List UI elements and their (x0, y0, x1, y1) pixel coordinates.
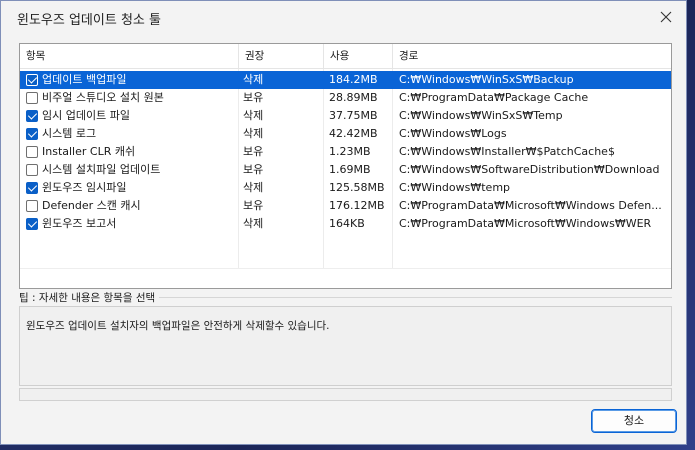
item-path: C:₩Windows₩Installer₩$PatchCache$ (399, 145, 615, 158)
column-header-item[interactable]: 항목 (20, 44, 239, 69)
item-name: Defender 스캔 캐시 (42, 199, 141, 212)
item-recommend: 보유 (243, 163, 264, 176)
horizontal-scrollbar[interactable] (20, 268, 671, 288)
column-header-path[interactable]: 경로 (393, 44, 671, 69)
item-size: 28.89MB (329, 91, 378, 104)
item-path: C:₩Windows₩temp (399, 181, 511, 194)
item-size: 176.12MB (329, 199, 385, 212)
item-recommend: 삭제 (243, 109, 264, 122)
item-path: C:₩ProgramData₩Microsoft₩Windows₩WER (399, 217, 652, 230)
item-size: 125.58MB (329, 181, 385, 194)
item-path: C:₩Windows₩Logs (399, 127, 507, 140)
item-recommend: 보유 (243, 145, 264, 158)
checkbox-icon[interactable] (26, 146, 38, 158)
checkbox-icon[interactable] (26, 110, 38, 122)
item-path: C:₩Windows₩WinSxS₩Temp (399, 109, 563, 122)
list-item[interactable]: 임시 업데이트 파일 삭제 37.75MB C:₩Windows₩WinSxS₩Tem… (20, 107, 671, 125)
list-item[interactable]: 업데이트 백업파일 삭제 184.2MB C:₩Windows₩WinSxS₩Back… (20, 71, 671, 89)
item-size: 1.23MB (329, 145, 371, 158)
list-item[interactable]: 비주얼 스튜디오 설치 원본 보유 28.89MB C:₩ProgramData₩Pa… (20, 89, 671, 107)
item-name: 비주얼 스튜디오 설치 원본 (42, 91, 164, 104)
item-recommend: 보유 (243, 199, 264, 212)
item-path: C:₩Windows₩SoftwareDistribution₩Download (399, 163, 660, 176)
list-item[interactable]: 시스템 설치파일 업데이트 보유 1.69MB C:₩Windows₩Software… (20, 161, 671, 179)
item-name: 임시 업데이트 파일 (42, 109, 130, 122)
column-header-recommend[interactable]: 권장 (239, 44, 324, 69)
tip-label: 팁 : 자세한 내용은 항목을 선택 (19, 290, 160, 305)
item-size: 37.75MB (329, 109, 378, 122)
item-name: 업데이트 백업파일 (42, 73, 127, 86)
checkbox-icon[interactable] (26, 182, 38, 194)
list-item[interactable]: 윈도우즈 임시파일 삭제 125.58MB C:₩Windows₩temp (20, 179, 671, 197)
list-item[interactable]: 윈도우즈 보고서 삭제 164KB C:₩ProgramData₩Microsoft₩… (20, 215, 671, 233)
list-item[interactable]: 시스템 로그 삭제 42.42MB C:₩Windows₩Logs (20, 125, 671, 143)
cleanup-tool-window: 윈도우즈 업데이트 청소 툴 항목 권장 사용 경로 업데이트 백업파일 삭제 18… (0, 0, 687, 445)
checkbox-icon[interactable] (26, 164, 38, 176)
close-button[interactable] (646, 1, 686, 33)
list-item[interactable]: Installer CLR 캐쉬 보유 1.23MB C:₩Windows₩Insta… (20, 143, 671, 161)
status-bar (19, 388, 672, 401)
cleanup-item-list[interactable]: 항목 권장 사용 경로 업데이트 백업파일 삭제 184.2MB C:₩Windows… (19, 43, 672, 289)
item-size: 184.2MB (329, 73, 378, 86)
item-size: 42.42MB (329, 127, 378, 140)
item-name: 윈도우즈 임시파일 (42, 181, 127, 194)
list-header: 항목 권장 사용 경로 (20, 44, 671, 69)
clean-button[interactable]: 청소 (591, 409, 677, 433)
item-path: C:₩Windows₩WinSxS₩Backup (399, 73, 574, 86)
list-item[interactable]: Defender 스캔 캐시 보유 176.12MB C:₩ProgramData₩M… (20, 197, 671, 215)
checkbox-icon[interactable] (26, 74, 38, 86)
item-path: C:₩ProgramData₩Package Cache (399, 91, 589, 104)
item-name: 시스템 설치파일 업데이트 (42, 163, 161, 176)
item-size: 1.69MB (329, 163, 371, 176)
checkbox-icon[interactable] (26, 128, 38, 140)
title-bar: 윈도우즈 업데이트 청소 툴 (1, 1, 686, 33)
item-name: 윈도우즈 보고서 (42, 217, 117, 230)
item-name: Installer CLR 캐쉬 (42, 145, 136, 158)
close-icon (660, 11, 672, 23)
tip-box: 윈도우즈 업데이트 설치자의 백업파일은 안전하게 삭제할수 있습니다. (19, 306, 672, 386)
checkbox-icon[interactable] (26, 218, 38, 230)
item-recommend: 삭제 (243, 73, 264, 86)
tip-text: 윈도우즈 업데이트 설치자의 백업파일은 안전하게 삭제할수 있습니다. (26, 320, 330, 332)
item-recommend: 삭제 (243, 127, 264, 140)
window-title: 윈도우즈 업데이트 청소 툴 (17, 13, 161, 28)
item-recommend: 보유 (243, 91, 264, 104)
item-recommend: 삭제 (243, 217, 264, 230)
column-header-usage[interactable]: 사용 (324, 44, 393, 69)
item-size: 164KB (329, 217, 365, 230)
checkbox-icon[interactable] (26, 200, 38, 212)
list-rows: 업데이트 백업파일 삭제 184.2MB C:₩Windows₩WinSxS₩Back… (20, 69, 671, 288)
item-name: 시스템 로그 (42, 127, 97, 140)
tip-group: 팁 : 자세한 내용은 항목을 선택 윈도우즈 업데이트 설치자의 백업파일은 … (19, 290, 672, 387)
checkbox-icon[interactable] (26, 92, 38, 104)
item-recommend: 삭제 (243, 181, 264, 194)
item-path: C:₩ProgramData₩Microsoft₩Windows Defen..… (399, 199, 662, 212)
